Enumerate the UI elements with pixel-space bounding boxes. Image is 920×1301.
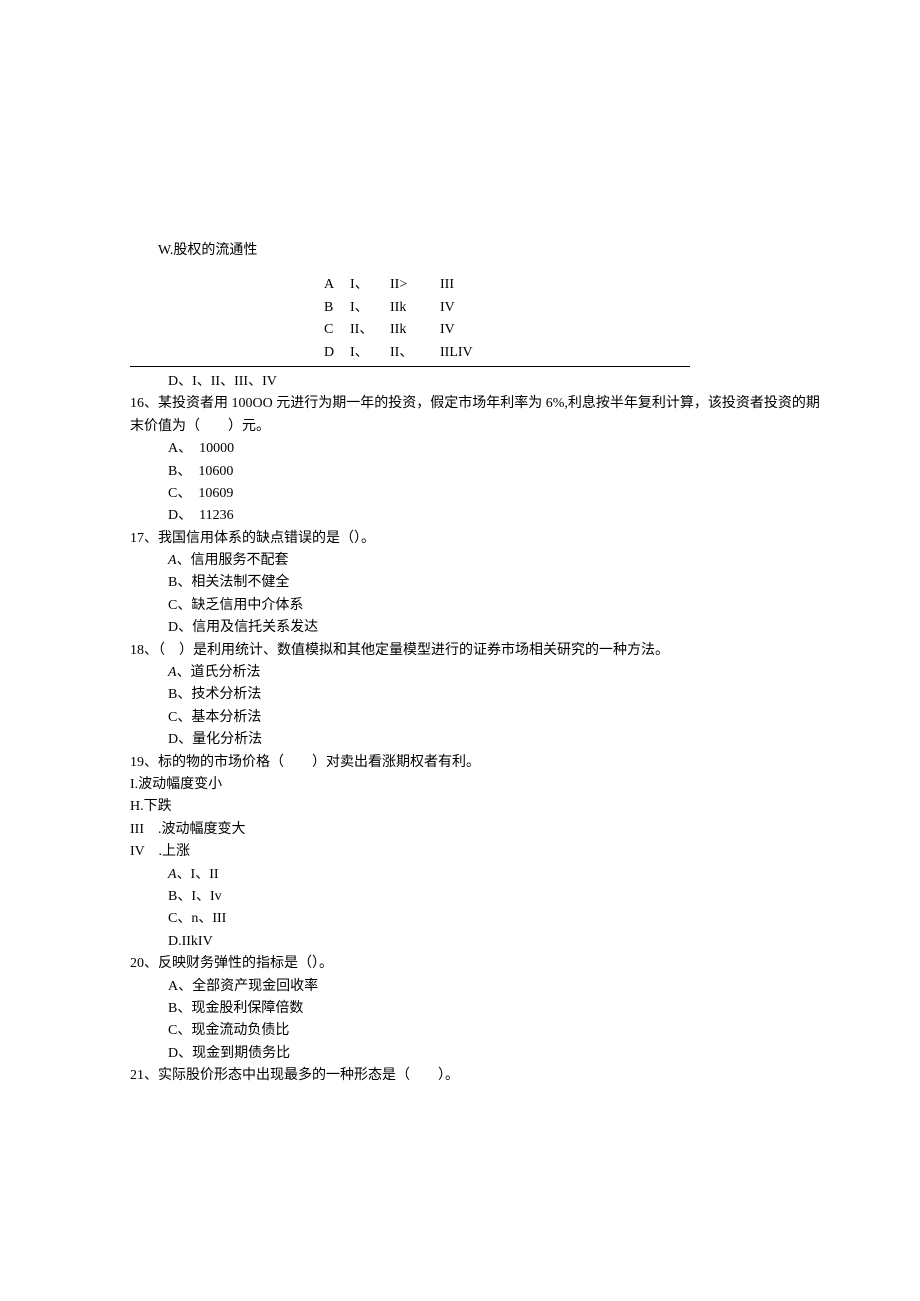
q16-option-b: B、 10600: [130, 461, 820, 483]
box-d-c1: I、: [350, 342, 390, 364]
box-b-c2: IIk: [390, 297, 440, 319]
q20-option-a: A、全部资产现金回收率: [130, 976, 820, 998]
box-b-c3: IV: [440, 297, 500, 319]
q19-a-letter: A: [168, 867, 177, 882]
question-21: 21、实际股价形态中出现最多的一种形态是（ ）。: [130, 1065, 820, 1087]
question-20: 20、反映财务弹性的指标是（）。: [130, 953, 820, 975]
q17-a-text: 、信用服务不配套: [177, 553, 289, 568]
q19-item-2: H.下跌: [130, 796, 820, 818]
box-a-c2: II>: [390, 274, 440, 296]
q20-option-b: B、现金股利保障倍数: [130, 998, 820, 1020]
box-row-a: A I、 II> III: [320, 274, 820, 296]
question-16: 16、某投资者用 100OO 元进行为期一年的投资，假定市场年利率为 6%,利息…: [130, 393, 820, 438]
q19-option-c: C、n、III: [130, 908, 820, 930]
answer-box: A I、 II> III B I、 IIk IV C II、 IIk IV D …: [320, 274, 820, 364]
document-page: W.股权的流通性 A I、 II> III B I、 IIk IV C II、 …: [0, 0, 920, 1147]
q20-option-d: D、现金到期债务比: [130, 1043, 820, 1065]
q19-item-4: IV .上涨: [130, 841, 820, 863]
q19-item-3: III .波动幅度变大: [130, 819, 820, 841]
box-row-b: B I、 IIk IV: [320, 297, 820, 319]
box-b-label: B: [320, 297, 350, 319]
q17-a-letter: A: [168, 553, 177, 568]
box-c-label: C: [320, 319, 350, 341]
question-18: 18、（ ）是利用统计、数值模拟和其他定量模型进行的证券市场相关研究的一种方法。: [130, 640, 820, 662]
q18-option-d: D、量化分析法: [130, 729, 820, 751]
q18-option-a: A、道氏分析法: [130, 662, 820, 684]
box-b-c1: I、: [350, 297, 390, 319]
question-17: 17、我国信用体系的缺点错误的是（）。: [130, 528, 820, 550]
box-row-c: C II、 IIk IV: [320, 319, 820, 341]
q17-option-a: A、信用服务不配套: [130, 550, 820, 572]
q19-item-1: I.波动幅度变小: [130, 774, 820, 796]
box-a-c1: I、: [350, 274, 390, 296]
q18-a-letter: A: [168, 665, 177, 680]
box-c-c1: II、: [350, 319, 390, 341]
option-d-all: D、I、II、III、IV: [130, 371, 820, 393]
q17-option-c: C、缺乏信用中介体系: [130, 595, 820, 617]
q16-option-a: A、 10000: [130, 438, 820, 460]
box-row-d: D I、 II、 IILIV: [320, 342, 820, 364]
box-a-label: A: [320, 274, 350, 296]
box-d-label: D: [320, 342, 350, 364]
q18-a-text: 、道氏分析法: [177, 665, 261, 680]
box-a-c3: III: [440, 274, 500, 296]
q19-option-b: B、I、Iv: [130, 886, 820, 908]
q19-a-text: 、I、II: [177, 867, 219, 882]
box-c-c3: IV: [440, 319, 500, 341]
q17-option-d: D、信用及信托关系发达: [130, 617, 820, 639]
question-19: 19、标的物的市场价格（ ）对卖出看涨期权者有利。: [130, 752, 820, 774]
q19-option-d: D.IIkIV: [130, 931, 820, 953]
box-c-c2: IIk: [390, 319, 440, 341]
q16-option-c: C、 10609: [130, 483, 820, 505]
q16-option-d: D、 11236: [130, 505, 820, 527]
divider-line: [130, 366, 690, 367]
q18-option-b: B、技术分析法: [130, 684, 820, 706]
box-d-c2: II、: [390, 342, 440, 364]
q19-option-a: A、I、II: [130, 864, 820, 886]
box-d-c3: IILIV: [440, 342, 500, 364]
q18-option-c: C、基本分析法: [130, 707, 820, 729]
q20-option-c: C、现金流动负债比: [130, 1020, 820, 1042]
item-w-stock-liquidity: W.股权的流通性: [130, 240, 820, 262]
q17-option-b: B、相关法制不健全: [130, 572, 820, 594]
